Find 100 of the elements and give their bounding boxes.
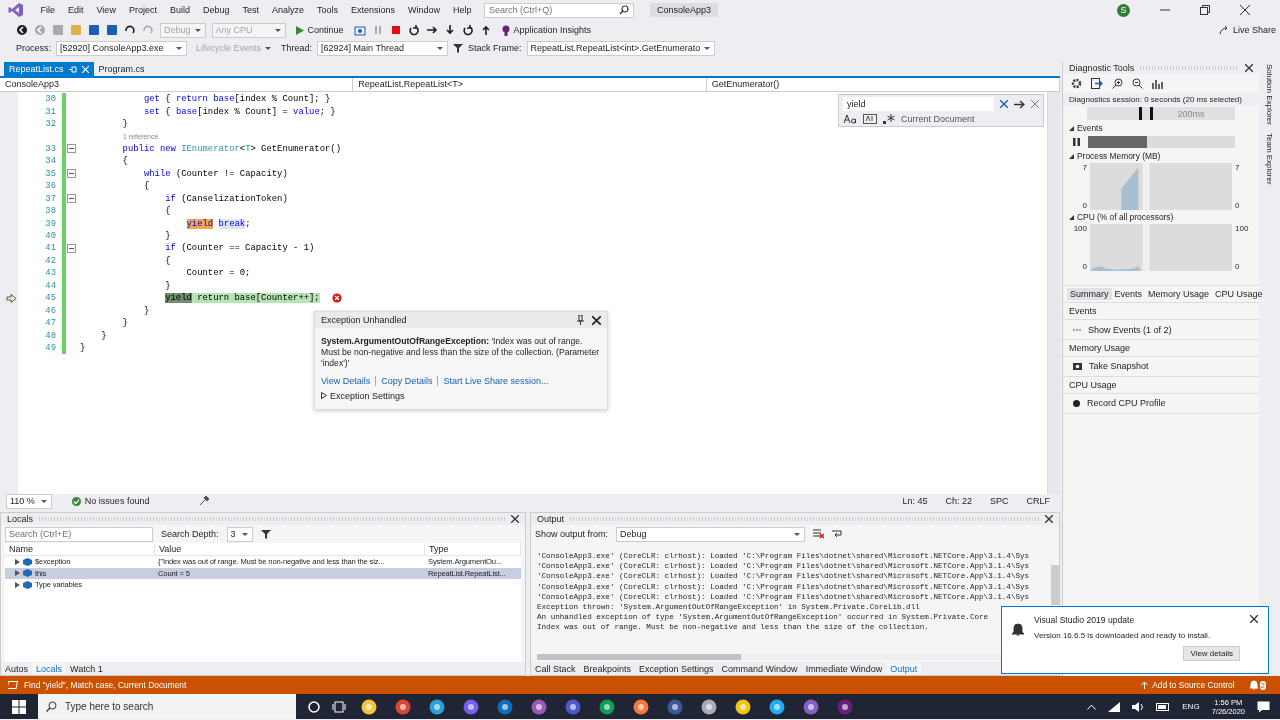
- link[interactable]: Copy Details: [381, 375, 433, 386]
- menu-item[interactable]: Extensions: [344, 5, 402, 15]
- panel-tab[interactable]: Command Window: [717, 662, 802, 675]
- column-header[interactable]: Name: [5, 543, 155, 556]
- regex-icon[interactable]: [883, 114, 895, 124]
- diagnostic-tab[interactable]: CPU Usage: [1212, 288, 1266, 300]
- action-link[interactable]: Record CPU Profile: [1073, 398, 1166, 408]
- cortana-icon[interactable]: [308, 700, 320, 713]
- menu-item[interactable]: File: [34, 5, 62, 15]
- side-tab[interactable]: Solution Explorer: [1264, 64, 1274, 125]
- restore-icon[interactable]: [1200, 5, 1210, 15]
- menu-item[interactable]: Edit: [61, 5, 91, 15]
- panel-tab[interactable]: Autos: [1, 662, 32, 675]
- close-icon[interactable]: [592, 315, 601, 325]
- restart-icon[interactable]: [407, 24, 420, 36]
- close-icon[interactable]: [1245, 64, 1253, 72]
- windows-start-icon[interactable]: [12, 699, 26, 714]
- menu-item[interactable]: Debug: [196, 5, 236, 15]
- menu-item[interactable]: Build: [163, 5, 197, 15]
- collapse-arrow-icon[interactable]: [1069, 153, 1074, 159]
- panel-tab[interactable]: Locals: [32, 662, 67, 675]
- close-icon[interactable]: [511, 515, 519, 523]
- issues-indicator[interactable]: No issues found: [71, 496, 150, 506]
- navigation-dropdown[interactable]: GetEnumerator(): [706, 78, 1060, 91]
- find-next-icon[interactable]: [1014, 99, 1025, 109]
- action-link[interactable]: Take Snapshot: [1073, 361, 1149, 371]
- stop-icon[interactable]: [389, 24, 402, 36]
- save-icon[interactable]: [88, 24, 100, 36]
- match-case-icon[interactable]: [843, 114, 857, 124]
- panel-tab[interactable]: Output: [886, 662, 922, 675]
- scroll-bar[interactable]: [1051, 565, 1059, 605]
- search-scope-dropdown[interactable]: Current Document: [901, 114, 1021, 124]
- scroll-bar[interactable]: [1047, 92, 1060, 494]
- action-center-icon[interactable]: [1257, 700, 1270, 713]
- menu-item[interactable]: Window: [401, 5, 447, 15]
- clear-icon[interactable]: [1000, 100, 1008, 108]
- exception-settings-expander[interactable]: Exception Settings: [321, 390, 405, 401]
- stack-frame-dropdown[interactable]: RepeatList.RepeatList<int>.GetEnumerato: [526, 40, 716, 56]
- collapse-arrow-icon[interactable]: [1069, 125, 1074, 131]
- wifi-icon[interactable]: [1108, 701, 1121, 712]
- close-icon[interactable]: [1045, 515, 1053, 523]
- live-share-button[interactable]: Live Share: [1214, 24, 1280, 36]
- collapse-arrow-icon[interactable]: [1069, 214, 1074, 220]
- panel-tab[interactable]: Exception Settings: [635, 662, 718, 675]
- step-into-icon[interactable]: [443, 24, 456, 36]
- zoom-out-icon[interactable]: [1132, 78, 1143, 89]
- collapse-icon[interactable]: [66, 243, 76, 253]
- column-header[interactable]: Value: [155, 543, 425, 556]
- link[interactable]: Start Live Share session...: [443, 375, 549, 386]
- navigation-dropdown[interactable]: ConsoleApp3: [0, 78, 354, 91]
- search-depth-dropdown[interactable]: 3: [226, 526, 253, 542]
- taskbar-search-field[interactable]: Type here to search: [38, 694, 296, 719]
- document-tab[interactable]: Program.cs: [93, 62, 150, 76]
- filter-icon[interactable]: [260, 529, 271, 539]
- save-all-icon[interactable]: [106, 24, 118, 36]
- error-icon[interactable]: [331, 293, 342, 304]
- panel-tab[interactable]: Call Stack: [531, 662, 580, 675]
- menu-item[interactable]: Test: [235, 5, 266, 15]
- step-icon[interactable]: [425, 24, 438, 36]
- diagnostic-tab[interactable]: Events: [1111, 288, 1146, 300]
- navigation-dropdown[interactable]: RepeatList.RepeatList<T>: [353, 78, 707, 91]
- step-over-icon[interactable]: [461, 24, 474, 36]
- menu-item[interactable]: Tools: [310, 5, 345, 15]
- menu-item[interactable]: View: [90, 5, 123, 15]
- continue-button[interactable]: Continue: [291, 24, 348, 36]
- user-avatar[interactable]: S: [1117, 3, 1130, 17]
- close-icon[interactable]: [1240, 5, 1250, 15]
- bar-chart-icon[interactable]: [1152, 78, 1163, 89]
- clear-all-icon[interactable]: [813, 529, 825, 539]
- diagnostic-tab[interactable]: Summary: [1067, 288, 1112, 300]
- menu-item[interactable]: Project: [122, 5, 164, 15]
- diagnostic-tab[interactable]: Memory Usage: [1145, 288, 1213, 300]
- menu-item[interactable]: Analyze: [265, 5, 311, 15]
- side-tab[interactable]: Team Explorer: [1264, 132, 1274, 185]
- panel-tab[interactable]: Watch 1: [66, 662, 107, 675]
- whole-word-icon[interactable]: [863, 114, 877, 124]
- search-field[interactable]: Search (Ctrl+E): [5, 526, 153, 542]
- undo-icon[interactable]: [124, 24, 136, 36]
- collapse-icon[interactable]: [66, 194, 76, 204]
- zoom-in-icon[interactable]: [1112, 78, 1123, 89]
- action-link[interactable]: Show Events (1 of 2): [1073, 325, 1172, 335]
- panel-tab[interactable]: Breakpoints: [579, 662, 636, 675]
- collapse-icon[interactable]: [66, 144, 76, 154]
- find-field[interactable]: yield: [843, 97, 994, 111]
- column-header[interactable]: Type: [425, 543, 521, 556]
- camera-icon[interactable]: [353, 24, 366, 36]
- menu-item[interactable]: Help: [446, 5, 479, 15]
- word-wrap-icon[interactable]: [832, 529, 844, 539]
- chevron-up-icon[interactable]: [1087, 703, 1097, 710]
- volume-icon[interactable]: [1132, 701, 1145, 712]
- collapse-icon[interactable]: [66, 169, 76, 179]
- process-dropdown[interactable]: [52920] ConsoleApp3.exe: [56, 40, 187, 56]
- close-icon[interactable]: [1250, 615, 1258, 623]
- view-details-button[interactable]: View details: [1183, 646, 1240, 661]
- battery-icon[interactable]: [1156, 702, 1171, 711]
- link[interactable]: View Details: [321, 375, 371, 386]
- settings-icon[interactable]: [1071, 78, 1082, 89]
- task-view-icon[interactable]: [332, 700, 346, 713]
- source-control-button[interactable]: Add to Source Control: [1141, 680, 1235, 690]
- output-source-dropdown[interactable]: Debug: [616, 526, 806, 542]
